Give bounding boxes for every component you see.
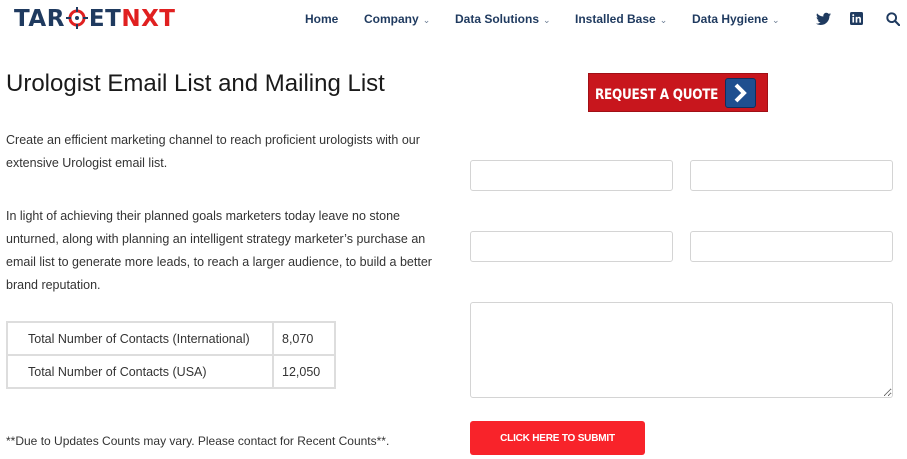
table-row: Total Number of Contacts (USA) 12,050 bbox=[6, 354, 336, 389]
submit-button[interactable]: CLICK HERE TO SUBMIT bbox=[470, 421, 645, 455]
body-paragraph: In light of achieving their planned goal… bbox=[6, 209, 432, 292]
nav-item-company[interactable]: Company ⌄ bbox=[364, 12, 430, 26]
table-cell-value: 12,050 bbox=[272, 354, 336, 389]
request-quote-banner[interactable]: REQUEST A QUOTE bbox=[588, 73, 768, 112]
table-cell-value: 8,070 bbox=[272, 321, 336, 356]
form-field-4[interactable] bbox=[690, 231, 893, 262]
form-field-1[interactable] bbox=[470, 160, 673, 191]
table-cell-label: Total Number of Contacts (USA) bbox=[6, 354, 274, 389]
table-cell-label: Total Number of Contacts (International) bbox=[6, 321, 274, 356]
counts-footnote: **Due to Updates Counts may vary. Please… bbox=[6, 434, 390, 448]
site-header: TAR ETNXT Home Company ⌄ Data Solutions ⌄ I… bbox=[0, 0, 907, 40]
table-row: Total Number of Contacts (International)… bbox=[6, 321, 336, 356]
intro-paragraph: Create an efficient marketing channel to… bbox=[6, 133, 420, 170]
chevron-down-icon: ⌄ bbox=[772, 15, 780, 25]
message-textarea[interactable] bbox=[470, 302, 893, 398]
search-icon[interactable] bbox=[886, 12, 901, 31]
twitter-icon[interactable] bbox=[816, 12, 831, 31]
nav-item-home[interactable]: Home bbox=[305, 12, 338, 26]
site-logo[interactable]: TAR ETNXT bbox=[14, 5, 176, 33]
nav-item-data-hygiene[interactable]: Data Hygiene ⌄ bbox=[692, 12, 780, 26]
form-field-2[interactable] bbox=[690, 160, 893, 191]
form-field-3[interactable] bbox=[470, 231, 673, 262]
target-icon bbox=[65, 7, 88, 29]
chevron-down-icon: ⌄ bbox=[543, 15, 551, 25]
chevron-right-icon bbox=[725, 78, 756, 108]
chevron-down-icon: ⌄ bbox=[659, 15, 668, 25]
contacts-table: Total Number of Contacts (International)… bbox=[6, 321, 336, 389]
page-title: Urologist Email List and Mailing List bbox=[6, 70, 385, 97]
nav-item-installed-base[interactable]: Installed Base ⌄ bbox=[575, 12, 667, 26]
chevron-down-icon: ⌄ bbox=[422, 15, 431, 25]
nav-item-data-solutions[interactable]: Data Solutions ⌄ bbox=[455, 12, 551, 26]
linkedin-icon[interactable] bbox=[850, 12, 863, 30]
